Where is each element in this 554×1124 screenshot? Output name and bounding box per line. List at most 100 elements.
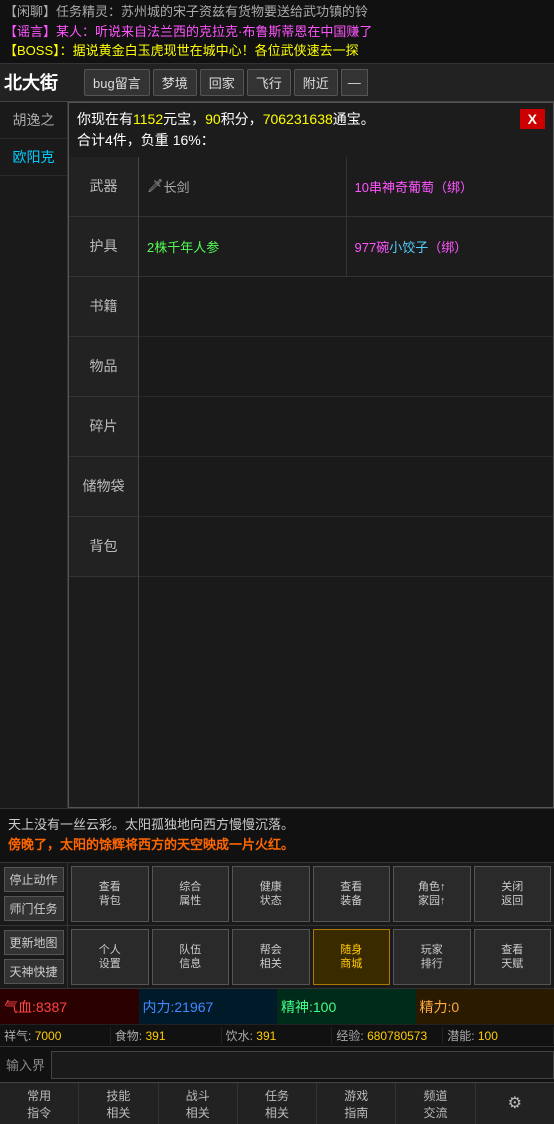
- inv-row-0: 🗡 长剑 10串神奇葡萄（绑）: [139, 157, 553, 217]
- nav-bar: 北大街 bug留言 梦境 回家 飞行 附近 —: [0, 64, 554, 102]
- cat-storage[interactable]: 储物袋: [69, 457, 138, 517]
- nav-bug-btn[interactable]: bug留言: [84, 69, 150, 96]
- cat-item[interactable]: 物品: [69, 337, 138, 397]
- total-items-val: 4: [105, 132, 113, 148]
- stat-mp: 内力: 21967: [139, 989, 278, 1024]
- inventory-summary-line2: 合计4件，负重 16%：: [77, 130, 512, 151]
- commands-label: 常用指令: [27, 1087, 51, 1121]
- shortcut-btn[interactable]: 天神快捷: [4, 959, 64, 984]
- action-equip-btn[interactable]: 查看装备: [313, 866, 391, 922]
- main-area: 胡逸之 欧阳克 你现在有1152元宝，90积分，706231638通宝。 合计4…: [0, 102, 554, 808]
- action-bag-btn[interactable]: 查看背包: [71, 866, 149, 922]
- nav-dream-btn[interactable]: 梦境: [153, 69, 197, 96]
- sidebar-player-0[interactable]: 胡逸之: [0, 102, 67, 139]
- stop-btn-col-2: 更新地图 天神快捷: [0, 926, 68, 988]
- stat-sp: 精神: 100: [277, 989, 416, 1024]
- potential-label: 潜能:: [447, 1029, 474, 1043]
- water-label: 饮水:: [226, 1029, 253, 1043]
- qi-val: 7000: [35, 1029, 62, 1043]
- bottom-nav-channel[interactable]: 频道交流: [396, 1083, 475, 1124]
- food-label: 食物:: [115, 1029, 142, 1043]
- action-talent-btn[interactable]: 查看天赋: [474, 929, 552, 985]
- bottom-nav-tasks[interactable]: 任务相关: [238, 1083, 317, 1124]
- dagger-icon: 🗡: [147, 178, 164, 194]
- nav-fly-btn[interactable]: 飞行: [247, 69, 291, 96]
- stop-action-btn[interactable]: 停止动作: [4, 867, 64, 892]
- food-val: 391: [145, 1029, 165, 1043]
- hp-label: 气血:: [4, 997, 36, 1017]
- mp-val: 21967: [174, 999, 213, 1015]
- empty-rows: [139, 277, 553, 807]
- nav-buttons: bug留言 梦境 回家 飞行 附近 —: [84, 69, 550, 96]
- item-name-01: 10串神奇葡萄（绑）: [355, 177, 474, 196]
- scene-normal-text: 天上没有一丝云彩。太阳孤独地向西方慢慢沉落。: [8, 815, 546, 836]
- inventory-categories: 武器 护具 书籍 物品 碎片 储物袋 背包: [69, 157, 139, 807]
- bottom-nav-guide[interactable]: 游戏指南: [317, 1083, 396, 1124]
- yuan-bao-val: 1152: [133, 111, 163, 127]
- inventory-header: 你现在有1152元宝，90积分，706231638通宝。 合计4件，负重 16%…: [68, 102, 554, 157]
- exp-val: 680780573: [367, 1029, 427, 1043]
- chat-input[interactable]: [51, 1051, 554, 1079]
- bottom-nav-settings[interactable]: ⚙: [476, 1083, 554, 1124]
- inv-cell-10[interactable]: 2株千年人参: [139, 217, 347, 276]
- nav-home-btn[interactable]: 回家: [200, 69, 244, 96]
- msg-rumor: 【谣言】某人：听说来自法兰西的克拉克·布鲁斯蒂恩在中国赚了: [4, 22, 550, 42]
- cat-book[interactable]: 书籍: [69, 277, 138, 337]
- msg-idle: 【闲聊】任务精灵：苏州城的宋子资兹有货物要送给武功镇的铃: [4, 2, 550, 22]
- sp-label: 精神:: [281, 997, 313, 1017]
- channel-label: 频道交流: [424, 1087, 448, 1121]
- empty-row-book: [139, 277, 553, 337]
- action-grid-1: 查看背包 综合属性 健康状态 查看装备 角色↑家园↑ 关闭返回: [68, 863, 554, 925]
- action-char-btn[interactable]: 角色↑家园↑: [393, 866, 471, 922]
- bottom-nav-skills[interactable]: 技能相关: [79, 1083, 158, 1124]
- stat-hp: 气血: 8387: [0, 989, 139, 1024]
- exp-label: 经验:: [336, 1029, 363, 1043]
- inv-cell-01[interactable]: 10串神奇葡萄（绑）: [347, 157, 554, 216]
- bottom-nav-combat[interactable]: 战斗相关: [159, 1083, 238, 1124]
- inv-cell-00[interactable]: 🗡 长剑: [139, 157, 347, 216]
- update-map-btn[interactable]: 更新地图: [4, 930, 64, 955]
- tong-bao-unit: 通宝。: [333, 111, 375, 127]
- inventory-header-text: 你现在有1152元宝，90积分，706231638通宝。 合计4件，负重 16%…: [77, 109, 512, 151]
- tong-bao-val: 706231638: [263, 111, 333, 127]
- action-team-btn[interactable]: 队伍信息: [152, 929, 230, 985]
- sp-val: 100: [313, 999, 336, 1015]
- location-title: 北大街: [4, 69, 74, 95]
- nav-nearby-btn[interactable]: 附近: [294, 69, 338, 96]
- stat2-water: 饮水: 391: [222, 1027, 333, 1044]
- action-settings-btn[interactable]: 个人设置: [71, 929, 149, 985]
- inventory-close-btn[interactable]: X: [520, 109, 545, 129]
- action-guild-btn[interactable]: 帮会相关: [232, 929, 310, 985]
- qi-label: 祥气:: [4, 1029, 31, 1043]
- yuan-bao-unit: 元宝，: [163, 111, 205, 127]
- action-shop-btn[interactable]: 随身商城: [313, 929, 391, 985]
- cat-bag[interactable]: 背包: [69, 517, 138, 577]
- skills-label: 技能相关: [106, 1087, 130, 1121]
- action-health-btn[interactable]: 健康状态: [232, 866, 310, 922]
- water-val: 391: [256, 1029, 276, 1043]
- cat-weapon[interactable]: 武器: [69, 157, 138, 217]
- potential-val: 100: [478, 1029, 498, 1043]
- action-attrs-btn[interactable]: 综合属性: [152, 866, 230, 922]
- inv-cell-11[interactable]: 977碗小饺子（绑）: [347, 217, 554, 276]
- tasks-label: 任务相关: [265, 1087, 289, 1121]
- input-row: 输入界: [0, 1046, 554, 1082]
- nav-dash-btn[interactable]: —: [341, 69, 368, 96]
- inventory-body: 武器 护具 书籍 物品 碎片 储物袋 背包 🗡 长剑 10串神奇葡萄（绑）: [68, 157, 554, 808]
- action-rank-btn[interactable]: 玩家排行: [393, 929, 471, 985]
- stat2-exp: 经验: 680780573: [332, 1027, 443, 1044]
- sidebar-player-1[interactable]: 欧阳克: [0, 139, 67, 176]
- message-bar: 【闲聊】任务精灵：苏州城的宋子资兹有货物要送给武功镇的铃 【谣言】某人：听说来自…: [0, 0, 554, 64]
- header-prefix: 你现在有: [77, 111, 133, 127]
- inventory-summary-line1: 你现在有1152元宝，90积分，706231638通宝。: [77, 109, 512, 130]
- input-label: 输入界: [0, 1055, 51, 1074]
- action-close-btn[interactable]: 关闭返回: [474, 866, 552, 922]
- guide-label: 游戏指南: [344, 1087, 368, 1121]
- stats-bar-2: 祥气: 7000 食物: 391 饮水: 391 经验: 680780573 潜…: [0, 1024, 554, 1046]
- bottom-nav: 常用指令 技能相关 战斗相关 任务相关 游戏指南 频道交流 ⚙: [0, 1082, 554, 1124]
- stop-btn-col: 停止动作 师门任务: [0, 863, 68, 925]
- cat-armor[interactable]: 护具: [69, 217, 138, 277]
- sect-task-btn[interactable]: 师门任务: [4, 896, 64, 921]
- bottom-nav-commands[interactable]: 常用指令: [0, 1083, 79, 1124]
- cat-shard[interactable]: 碎片: [69, 397, 138, 457]
